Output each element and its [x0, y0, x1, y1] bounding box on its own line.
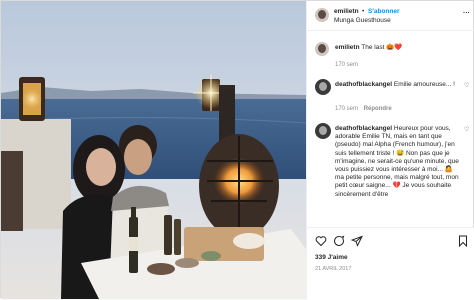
- header-separator: •: [362, 8, 365, 15]
- couple-dinner-photo: [1, 1, 306, 299]
- comment-2-text: Heureux pour vous, adorable Emilie TN, m…: [335, 125, 459, 198]
- caption-username[interactable]: emilietn: [335, 44, 360, 51]
- header-username[interactable]: emilietn: [334, 8, 359, 16]
- caption-time: 170 sem: [335, 62, 359, 68]
- heart-icon[interactable]: [315, 235, 327, 247]
- more-options-icon[interactable]: ···: [463, 10, 470, 18]
- comment-1-text: Emilie amoureuse... !: [393, 81, 455, 88]
- caption-avatar[interactable]: [315, 42, 329, 56]
- comment-1-time: 170 sem: [335, 106, 359, 112]
- comment-2-username[interactable]: deathofblackangel: [335, 125, 392, 132]
- comment-2: deathofblackangel Heureux pour vous, ado…: [335, 125, 463, 199]
- instagram-post: emilietn • S'abonner Munga Guesthouse ··…: [0, 0, 474, 300]
- comment-2-like-icon[interactable]: ♡: [464, 126, 469, 133]
- location-link[interactable]: Munga Guesthouse: [334, 17, 391, 25]
- likes-count[interactable]: 339 J'aime: [315, 254, 348, 262]
- comment-1-meta: 170 sem Répondre: [335, 105, 392, 113]
- post-header: emilietn • S'abonner Munga Guesthouse ··…: [307, 1, 474, 31]
- caption-text: The last: [361, 44, 385, 51]
- action-bar: 339 J'aime 21 AVRIL 2017: [307, 227, 474, 300]
- comment-1-username[interactable]: deathofblackangel: [335, 81, 392, 88]
- caption-emoji: 🎃❤️: [386, 44, 403, 51]
- share-icon[interactable]: [351, 235, 363, 247]
- comment-1-like-icon[interactable]: ♡: [464, 82, 469, 89]
- follow-button[interactable]: S'abonner: [368, 8, 400, 16]
- post-photo[interactable]: [1, 1, 306, 299]
- caption-line: emilietn The last 🎃❤️: [335, 44, 402, 52]
- post-date: 21 AVRIL 2017: [315, 266, 352, 272]
- bookmark-icon[interactable]: [457, 235, 469, 247]
- comment-avatar[interactable]: [315, 79, 331, 95]
- comment-1-reply-button[interactable]: Répondre: [364, 106, 392, 112]
- comment-avatar[interactable]: [315, 123, 331, 139]
- avatar[interactable]: [315, 8, 329, 22]
- post-side-panel: emilietn • S'abonner Munga Guesthouse ··…: [306, 1, 474, 300]
- comment-icon[interactable]: [333, 235, 345, 247]
- comment-1: deathofblackangel Emilie amoureuse... !: [335, 81, 469, 89]
